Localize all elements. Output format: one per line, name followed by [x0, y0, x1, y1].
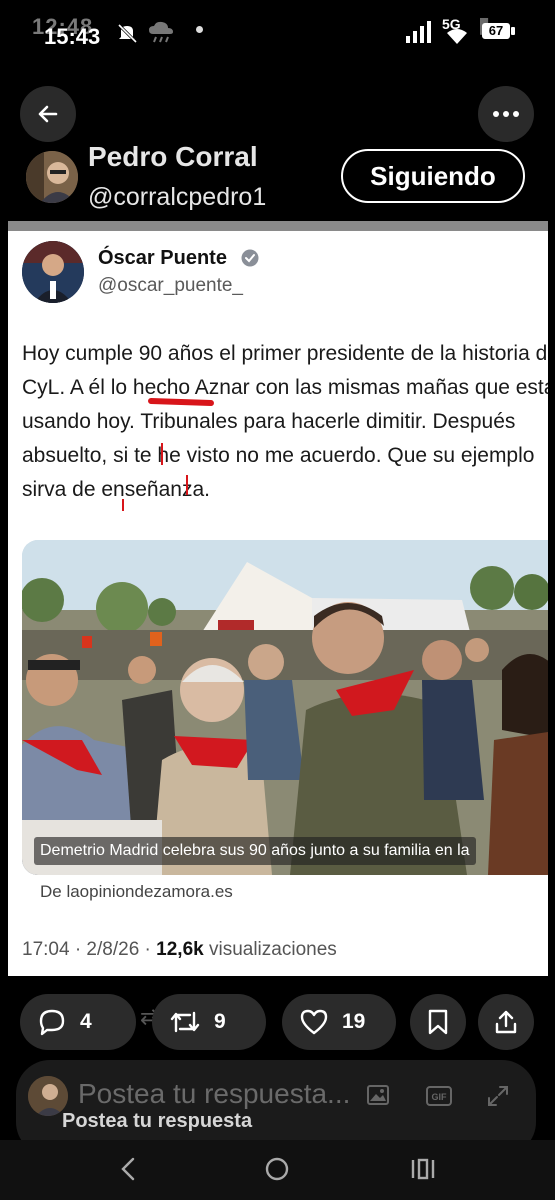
- embedded-tweet-image[interactable]: Óscar Puente @oscar_puente_ Hoy cumple 9…: [8, 231, 548, 976]
- like-button[interactable]: 19: [282, 994, 396, 1050]
- views-label: visualizaciones: [203, 939, 337, 960]
- verified-badge-icon: [241, 249, 259, 267]
- tweet-line: usando hoy. Tribunales para hacerle dimi…: [22, 410, 516, 433]
- following-button[interactable]: Siguiendo: [341, 149, 525, 203]
- svg-text:GIF: GIF: [432, 1092, 448, 1102]
- bookmark-icon: [428, 1009, 448, 1035]
- views-count: 12,6k: [156, 939, 204, 960]
- nav-back-icon[interactable]: [118, 1156, 138, 1182]
- tweet-line: CyL. A él lo hecho Aznar con las mismas …: [22, 376, 548, 399]
- repost-icon: [170, 1011, 200, 1033]
- author-avatar-image: [22, 241, 84, 303]
- android-navigation-bar: [0, 1140, 555, 1200]
- profile-avatar[interactable]: [26, 151, 78, 203]
- image-icon[interactable]: [366, 1084, 390, 1106]
- weather-icon: [149, 21, 173, 43]
- avatar-image: [26, 151, 78, 203]
- reply-overlay-text: Postea tu respuesta: [62, 1110, 253, 1132]
- repost-count: 9: [214, 1010, 226, 1033]
- share-button[interactable]: [478, 994, 534, 1050]
- tweet-timestamp-row: 17:04 · 2/8/26 · 12,6k visualizaciones: [22, 939, 337, 961]
- repost-button[interactable]: 9: [152, 994, 266, 1050]
- gif-icon[interactable]: GIF: [426, 1086, 452, 1106]
- like-count: 19: [342, 1010, 366, 1033]
- profile-handle: @corralcpedro1: [88, 183, 267, 211]
- share-icon: [495, 1010, 517, 1034]
- more-horizontal-icon: [493, 111, 519, 117]
- expand-icon[interactable]: [486, 1084, 510, 1108]
- status-bar: 12:48 15:43 5G ▮ 67: [0, 0, 555, 60]
- signal-icon: [406, 21, 431, 43]
- battery-tip: [511, 27, 515, 35]
- back-button[interactable]: [20, 86, 76, 142]
- red-tick-mark: [186, 475, 188, 495]
- tweet-line: Hoy cumple 90 años el primer presidente …: [22, 342, 548, 365]
- status-time: 15:43: [44, 24, 101, 49]
- arrow-left-icon: [38, 105, 58, 123]
- profile-name: Pedro Corral: [88, 141, 258, 172]
- tweet-timestamp: 17:04 · 2/8/26 ·: [22, 939, 157, 960]
- author-handle: @oscar_puente_: [98, 275, 243, 296]
- author-avatar: [22, 241, 84, 303]
- reply-input[interactable]: Postea tu respuesta...: [78, 1078, 350, 1110]
- notification-dot-icon: [196, 26, 203, 33]
- mute-icon: [117, 23, 138, 44]
- heart-icon: [300, 1009, 328, 1035]
- more-options-button[interactable]: [478, 86, 534, 142]
- tweet-media-photo[interactable]: Demetrio Madrid celebra sus 90 años junt…: [22, 540, 548, 875]
- media-caption: Demetrio Madrid celebra sus 90 años junt…: [34, 837, 476, 865]
- nav-home-icon[interactable]: [264, 1156, 290, 1182]
- reply-icon: [39, 1009, 65, 1036]
- tweet-line: absuelto, si te he visto no me acuerdo. …: [22, 444, 535, 467]
- card-top-border: [8, 221, 548, 231]
- nav-recents-icon[interactable]: [410, 1158, 436, 1180]
- red-tick-mark: [122, 499, 124, 511]
- link-source[interactable]: De laopiniondezamora.es: [40, 882, 233, 902]
- tweet-text: Hoy cumple 90 años el primer presidente …: [22, 337, 548, 507]
- wifi-icon: [447, 29, 467, 44]
- reply-button[interactable]: 4: [20, 994, 136, 1050]
- crowd-photo: [22, 540, 548, 875]
- battery-level: 67: [482, 23, 510, 39]
- tweet-line: sirva de enseñanza.: [22, 478, 210, 501]
- battery-icon: 67: [478, 20, 518, 42]
- reply-count: 4: [80, 1010, 92, 1033]
- bookmark-button[interactable]: [410, 994, 466, 1050]
- author-name: Óscar Puente: [98, 247, 227, 269]
- red-tick-mark: [161, 443, 163, 465]
